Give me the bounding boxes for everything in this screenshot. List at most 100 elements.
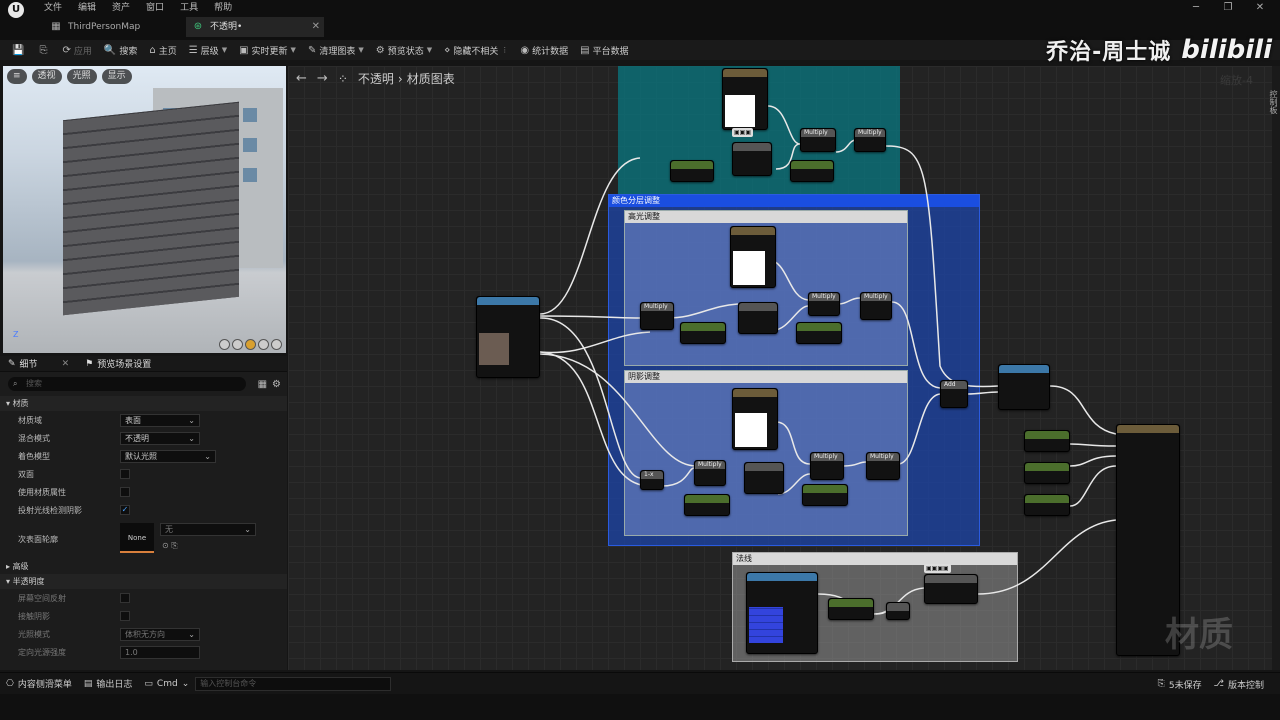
menu-file[interactable]: 文件 <box>36 0 70 16</box>
apply-button[interactable]: ⟳ 应用 <box>56 40 97 60</box>
lit-button[interactable]: 光照 <box>66 69 97 84</box>
lerp-node[interactable] <box>744 462 784 494</box>
constant-node[interactable] <box>886 602 910 620</box>
cube-mesh-icon[interactable] <box>258 339 269 350</box>
contact-shadows-checkbox[interactable] <box>120 611 130 621</box>
menu-asset[interactable]: 资产 <box>104 0 138 16</box>
scalar-param-node[interactable] <box>796 322 842 344</box>
stats-button[interactable]: ◉ 统计数据 <box>514 40 574 60</box>
perspective-button[interactable]: 透视 <box>31 69 62 84</box>
one-minus-node[interactable]: 1-x <box>640 470 664 490</box>
multiply-node[interactable]: Multiply <box>808 292 840 316</box>
gear-icon[interactable]: ⚙ <box>272 379 281 390</box>
content-drawer-button[interactable]: ⎔ 内容侧滑菜单 <box>0 673 78 695</box>
unreal-logo-icon[interactable]: U <box>8 2 24 18</box>
preview-viewport[interactable]: ≡ 透视 光照 显示 Z <box>3 66 286 353</box>
scalar-param-node[interactable] <box>1024 494 1070 516</box>
palette-tab[interactable]: 控制板 <box>1268 90 1279 114</box>
tab-details[interactable]: ✎ 细节 ✕ <box>0 357 77 371</box>
forward-arrow-icon[interactable]: → <box>317 71 328 86</box>
shading-model-dropdown[interactable]: 默认光照 ⌄ <box>120 449 216 463</box>
search-button[interactable]: 🔍 搜索 <box>98 40 143 60</box>
platform-stats-button[interactable]: ▤ 平台数据 <box>574 40 634 60</box>
scalar-param-node[interactable] <box>790 160 834 182</box>
minimize-button[interactable]: ─ <box>1180 0 1212 16</box>
hierarchy-button[interactable]: ☰ 层级 ▼ <box>183 40 233 60</box>
more-options-icon[interactable]: ⋮ <box>501 46 508 54</box>
close-icon[interactable]: ✕ <box>62 359 70 369</box>
asset-browse-icon[interactable]: ⊙ ⎘ <box>162 541 178 551</box>
live-update-button[interactable]: ▣ 实时更新 ▼ <box>233 40 302 60</box>
multiply-node[interactable]: Multiply <box>854 128 886 152</box>
browse-button[interactable]: ⎘ <box>33 40 56 60</box>
grid-view-icon[interactable]: ▦ <box>258 379 267 390</box>
scalar-param-node[interactable] <box>684 494 730 516</box>
details-search-input[interactable]: ⌕ 搜索 <box>8 377 246 391</box>
ss-reflection-checkbox[interactable] <box>120 593 130 603</box>
output-log-button[interactable]: ▤ 输出日志 <box>78 673 139 695</box>
breadcrumb-material-graph[interactable]: 材质图表 <box>407 70 455 87</box>
color-param-node[interactable] <box>730 226 776 288</box>
maximize-button[interactable]: ❐ <box>1212 0 1244 16</box>
console-input[interactable]: 输入控制台命令 <box>195 676 392 691</box>
normal-texture-node[interactable] <box>746 572 818 654</box>
blend-mode-dropdown[interactable]: 不透明 ⌄ <box>120 431 200 445</box>
close-icon[interactable]: ✕ <box>312 17 320 37</box>
multiply-node[interactable]: Multiply <box>860 292 892 320</box>
scalar-param-node[interactable] <box>1024 462 1070 484</box>
ray-traced-shadows-checkbox[interactable]: ✓ <box>120 505 130 515</box>
source-control-button[interactable]: ⎇ 版本控制 <box>1208 673 1270 695</box>
back-arrow-icon[interactable]: ← <box>296 71 307 86</box>
subsurface-thumbnail[interactable]: None <box>120 523 154 553</box>
menu-help[interactable]: 帮助 <box>206 0 240 16</box>
plane-mesh-icon[interactable] <box>245 339 256 350</box>
section-translucency[interactable]: ▾ 半透明度 <box>0 574 287 589</box>
flatten-normal-node[interactable] <box>924 574 978 604</box>
viewport-menu-button[interactable]: ≡ <box>7 69 27 84</box>
unsaved-button[interactable]: ⎘ 5未保存 <box>1152 673 1208 695</box>
add-node[interactable]: Add <box>940 380 968 408</box>
palette-sidebar[interactable] <box>1272 66 1280 670</box>
cylinder-mesh-icon[interactable] <box>219 339 230 350</box>
multiply-node[interactable]: Multiply <box>640 302 674 330</box>
subsurface-profile-dropdown[interactable]: 无 ⌄ <box>160 523 256 536</box>
material-attributes-checkbox[interactable] <box>120 487 130 497</box>
menu-tools[interactable]: 工具 <box>172 0 206 16</box>
texture-sample-node[interactable] <box>476 296 540 378</box>
lerp-param-node[interactable] <box>998 364 1050 410</box>
breadcrumb-material[interactable]: 不透明 <box>358 70 394 87</box>
directional-light-intensity-input[interactable]: 1.0 <box>120 645 200 659</box>
hide-unrelated-button[interactable]: ⋄ 隐藏不相关 ⋮ <box>438 40 514 60</box>
close-window-button[interactable]: ✕ <box>1244 0 1276 16</box>
teapot-mesh-icon[interactable] <box>271 339 282 350</box>
scalar-param-node[interactable] <box>670 160 714 182</box>
multiply-node[interactable]: Multiply <box>694 460 726 486</box>
material-graph-canvas[interactable]: ← → ⁘ 不透明 › 材质图表 缩放-4 颜色分层调整 高光调整 阴影调整 法… <box>288 66 1273 670</box>
color-param-node[interactable] <box>722 68 768 130</box>
menu-window[interactable]: 窗口 <box>138 0 172 16</box>
cmd-dropdown[interactable]: ▭ Cmd ⌄ <box>138 673 195 695</box>
save-button[interactable]: 💾 <box>6 40 33 60</box>
scalar-param-node[interactable] <box>802 484 848 506</box>
tab-material[interactable]: ⊛ 不透明• ✕ <box>186 17 324 37</box>
material-domain-dropdown[interactable]: 表面 ⌄ <box>120 413 200 427</box>
multiply-node[interactable]: Multiply <box>866 452 900 480</box>
lerp-node[interactable] <box>738 302 778 334</box>
preview-state-button[interactable]: ⚙ 预览状态 ▼ <box>370 40 438 60</box>
show-button[interactable]: 显示 <box>101 69 132 84</box>
sphere-mesh-icon[interactable] <box>232 339 243 350</box>
two-sided-checkbox[interactable] <box>120 469 130 479</box>
desaturation-node[interactable] <box>732 142 772 176</box>
tab-preview-scene[interactable]: ⚑ 预览场景设置 <box>77 357 159 371</box>
scalar-param-node[interactable] <box>680 322 726 344</box>
tab-third-person-map[interactable]: ▦ ThirdPersonMap <box>44 17 184 37</box>
home-button[interactable]: ⌂ 主页 <box>143 40 182 60</box>
color-param-node[interactable] <box>732 388 778 450</box>
multiply-node[interactable]: Multiply <box>800 128 836 152</box>
section-material[interactable]: ▾ 材质 <box>0 396 287 411</box>
clean-graph-button[interactable]: ✎ 清理图表 ▼ <box>302 40 370 60</box>
section-advanced[interactable]: ▸ 高级 <box>0 559 287 574</box>
multiply-node[interactable]: Multiply <box>810 452 844 480</box>
lighting-mode-dropdown[interactable]: 体积无方向 ⌄ <box>120 627 200 641</box>
menu-edit[interactable]: 编辑 <box>70 0 104 16</box>
